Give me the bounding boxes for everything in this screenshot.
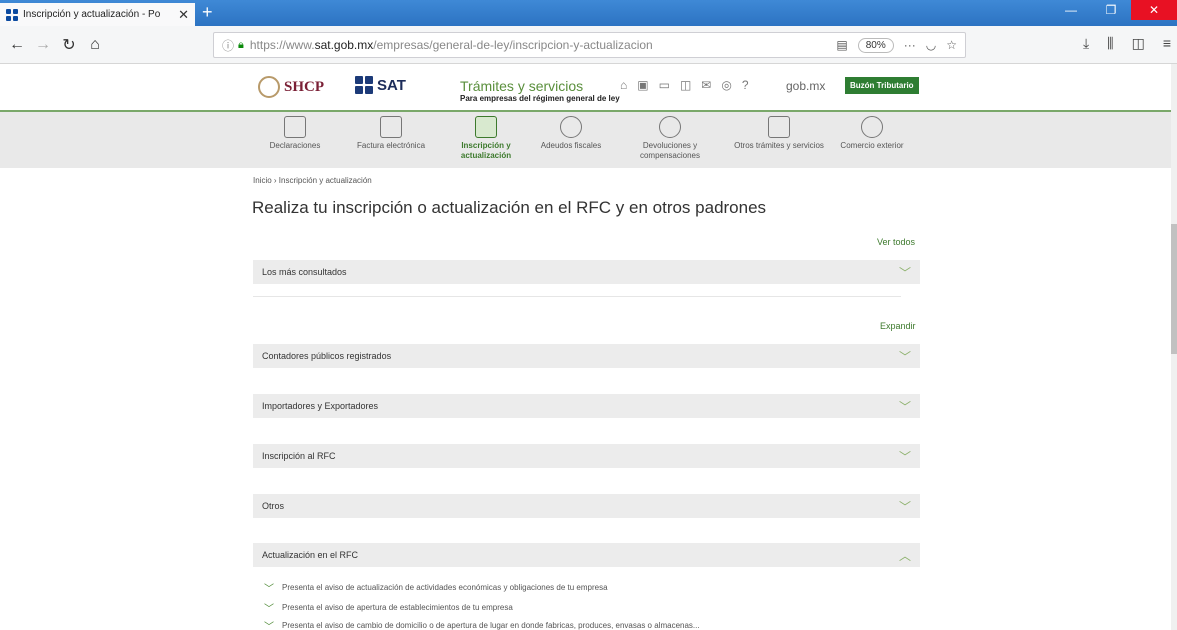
invoice-icon	[380, 116, 402, 138]
id-card-icon[interactable]: ◫	[680, 78, 691, 92]
list-item-label: Presenta el aviso de cambio de domicilio…	[282, 621, 700, 630]
forward-icon[interactable]: →	[30, 32, 56, 58]
accordion-label: Los más consultados	[262, 267, 347, 277]
window-close-icon[interactable]: ✕	[1131, 0, 1177, 20]
accordion-actualizacion-rfc[interactable]: Actualización en el RFC ︿	[253, 543, 920, 567]
divider	[253, 296, 901, 297]
sat-mark-icon	[355, 76, 373, 94]
list-item[interactable]: ﹀ Presenta el aviso de apertura de estab…	[264, 600, 513, 615]
chevron-down-icon: ﹀	[264, 622, 274, 630]
chevron-down-icon: ﹀	[898, 265, 911, 280]
compass-icon[interactable]: ◎	[721, 78, 731, 92]
page-actions-icon[interactable]: ···	[904, 38, 916, 52]
service-menu: Declaraciones Factura electrónica Inscri…	[0, 110, 1171, 168]
accordion-label: Inscripción al RFC	[262, 451, 336, 461]
accordion-importadores[interactable]: Importadores y Exportadores ﹀	[253, 394, 920, 418]
browser-tab[interactable]: Inscripción y actualización - Po ✕	[0, 3, 195, 26]
mail-icon[interactable]: ✉	[701, 78, 711, 92]
list-item-label: Presenta el aviso de apertura de estable…	[282, 603, 513, 612]
browser-titlebar: Inscripción y actualización - Po ✕ + — ❐…	[0, 0, 1177, 26]
service-devoluciones[interactable]: Devoluciones y compensaciones	[625, 116, 715, 160]
accordion-label: Otros	[262, 501, 285, 511]
info-icon[interactable]: ⓘ	[222, 37, 234, 54]
header-subtitle: Para empresas del régimen general de ley	[460, 94, 620, 103]
registration-icon	[475, 116, 497, 138]
help-icon[interactable]: ?	[742, 78, 749, 92]
header-title: Trámites y servicios Para empresas del r…	[460, 78, 620, 103]
document-icon[interactable]: ▭	[659, 78, 670, 92]
chevron-down-icon: ﹀	[898, 399, 911, 414]
service-otros[interactable]: Otros trámites y servicios	[734, 116, 824, 151]
accordion-label: Contadores públicos registrados	[262, 351, 392, 361]
browser-navbar: ← → ↻ ⌂ ⓘ 🔒︎ https://www.sat.gob.mx/empr…	[0, 26, 1177, 64]
list-item[interactable]: ﹀ Presenta el aviso de actualización de …	[264, 580, 608, 595]
debt-icon	[560, 116, 582, 138]
new-tab-button[interactable]: +	[202, 2, 213, 23]
tab-title: Inscripción y actualización - Po	[23, 9, 161, 20]
toolbar-icons: ⤓ ⫼ ◫ ≡	[1083, 35, 1171, 52]
chevron-down-icon: ﹀	[898, 449, 911, 464]
scrollbar-thumb[interactable]	[1171, 224, 1177, 354]
service-declaraciones[interactable]: Declaraciones	[250, 116, 340, 151]
bookmark-star-icon[interactable]: ☆	[946, 38, 957, 52]
chevron-up-icon: ︿	[898, 548, 911, 563]
maximize-icon[interactable]: ❐	[1091, 0, 1131, 20]
chevron-down-icon: ﹀	[264, 584, 274, 595]
sat-logo-text: SAT	[377, 76, 406, 94]
accordion-contadores[interactable]: Contadores públicos registrados ﹀	[253, 344, 920, 368]
ver-todos-link[interactable]: Ver todos	[877, 237, 915, 247]
gobmx-link[interactable]: gob.mx	[786, 79, 825, 93]
url-bar[interactable]: ⓘ 🔒︎ https://www.sat.gob.mx/empresas/gen…	[213, 32, 966, 58]
page-scrollbar[interactable]	[1171, 64, 1177, 630]
calculator-icon	[284, 116, 306, 138]
chevron-down-icon: ﹀	[898, 349, 911, 364]
url-text[interactable]: https://www.sat.gob.mx/empresas/general-…	[250, 38, 837, 52]
accordion-mas-consultados[interactable]: Los más consultados ﹀	[253, 260, 920, 284]
accordion-label: Importadores y Exportadores	[262, 401, 379, 411]
list-item[interactable]: ﹀ Presenta el aviso de cambio de domicil…	[264, 618, 700, 630]
expandir-link[interactable]: Expandir	[880, 321, 916, 331]
shcp-seal-icon	[258, 76, 280, 98]
service-comercio[interactable]: Comercio exterior	[827, 116, 917, 151]
list-item-label: Presenta el aviso de actualización de ac…	[282, 583, 608, 592]
monitor-icon	[768, 116, 790, 138]
chevron-down-icon: ﹀	[264, 604, 274, 615]
globe-icon	[861, 116, 883, 138]
shcp-logo[interactable]: SHCP	[258, 76, 324, 98]
reload-icon[interactable]: ↻	[56, 32, 82, 58]
sat-logo[interactable]: SAT	[355, 76, 406, 94]
accordion-label: Actualización en el RFC	[262, 550, 359, 560]
service-inscripcion[interactable]: Inscripción y actualización	[441, 116, 531, 160]
chevron-down-icon: ﹀	[898, 499, 911, 514]
header-icon-row: ⌂ ▣ ▭ ◫ ✉ ◎ ?	[620, 78, 749, 92]
back-icon[interactable]: ←	[4, 32, 30, 58]
downloads-icon[interactable]: ⤓	[1083, 35, 1089, 52]
breadcrumb[interactable]: Inicio › Inscripción y actualización	[253, 176, 372, 185]
pocket-icon[interactable]: ◡	[926, 38, 936, 52]
window-controls: — ❐ ✕	[1051, 0, 1177, 20]
calendar-icon[interactable]: ▣	[637, 78, 648, 92]
home-nav-icon[interactable]: ⌂	[620, 78, 627, 92]
reader-view-icon[interactable]: ▤	[836, 38, 847, 52]
accordion-otros[interactable]: Otros ﹀	[253, 494, 920, 518]
home-icon[interactable]: ⌂	[82, 32, 108, 58]
menu-icon[interactable]: ≡	[1163, 35, 1171, 52]
zoom-badge[interactable]: 80%	[857, 37, 894, 53]
sidebar-icon[interactable]: ◫	[1132, 35, 1145, 52]
service-adeudos[interactable]: Adeudos fiscales	[526, 116, 616, 151]
shcp-logo-text: SHCP	[284, 78, 325, 95]
lock-icon: 🔒︎	[238, 38, 244, 51]
library-icon[interactable]: ⫼	[1107, 35, 1113, 52]
accordion-inscripcion-rfc[interactable]: Inscripción al RFC ﹀	[253, 444, 920, 468]
minimize-icon[interactable]: —	[1051, 0, 1091, 20]
service-factura[interactable]: Factura electrónica	[346, 116, 436, 151]
tab-close-icon[interactable]: ✕	[178, 7, 189, 23]
sat-favicon-icon	[6, 8, 18, 21]
hand-icon	[659, 116, 681, 138]
buzon-tributario-button[interactable]: Buzón Tributario	[845, 77, 919, 94]
page-title: Realiza tu inscripción o actualización e…	[252, 198, 767, 217]
header-title-main: Trámites y servicios	[460, 78, 584, 94]
